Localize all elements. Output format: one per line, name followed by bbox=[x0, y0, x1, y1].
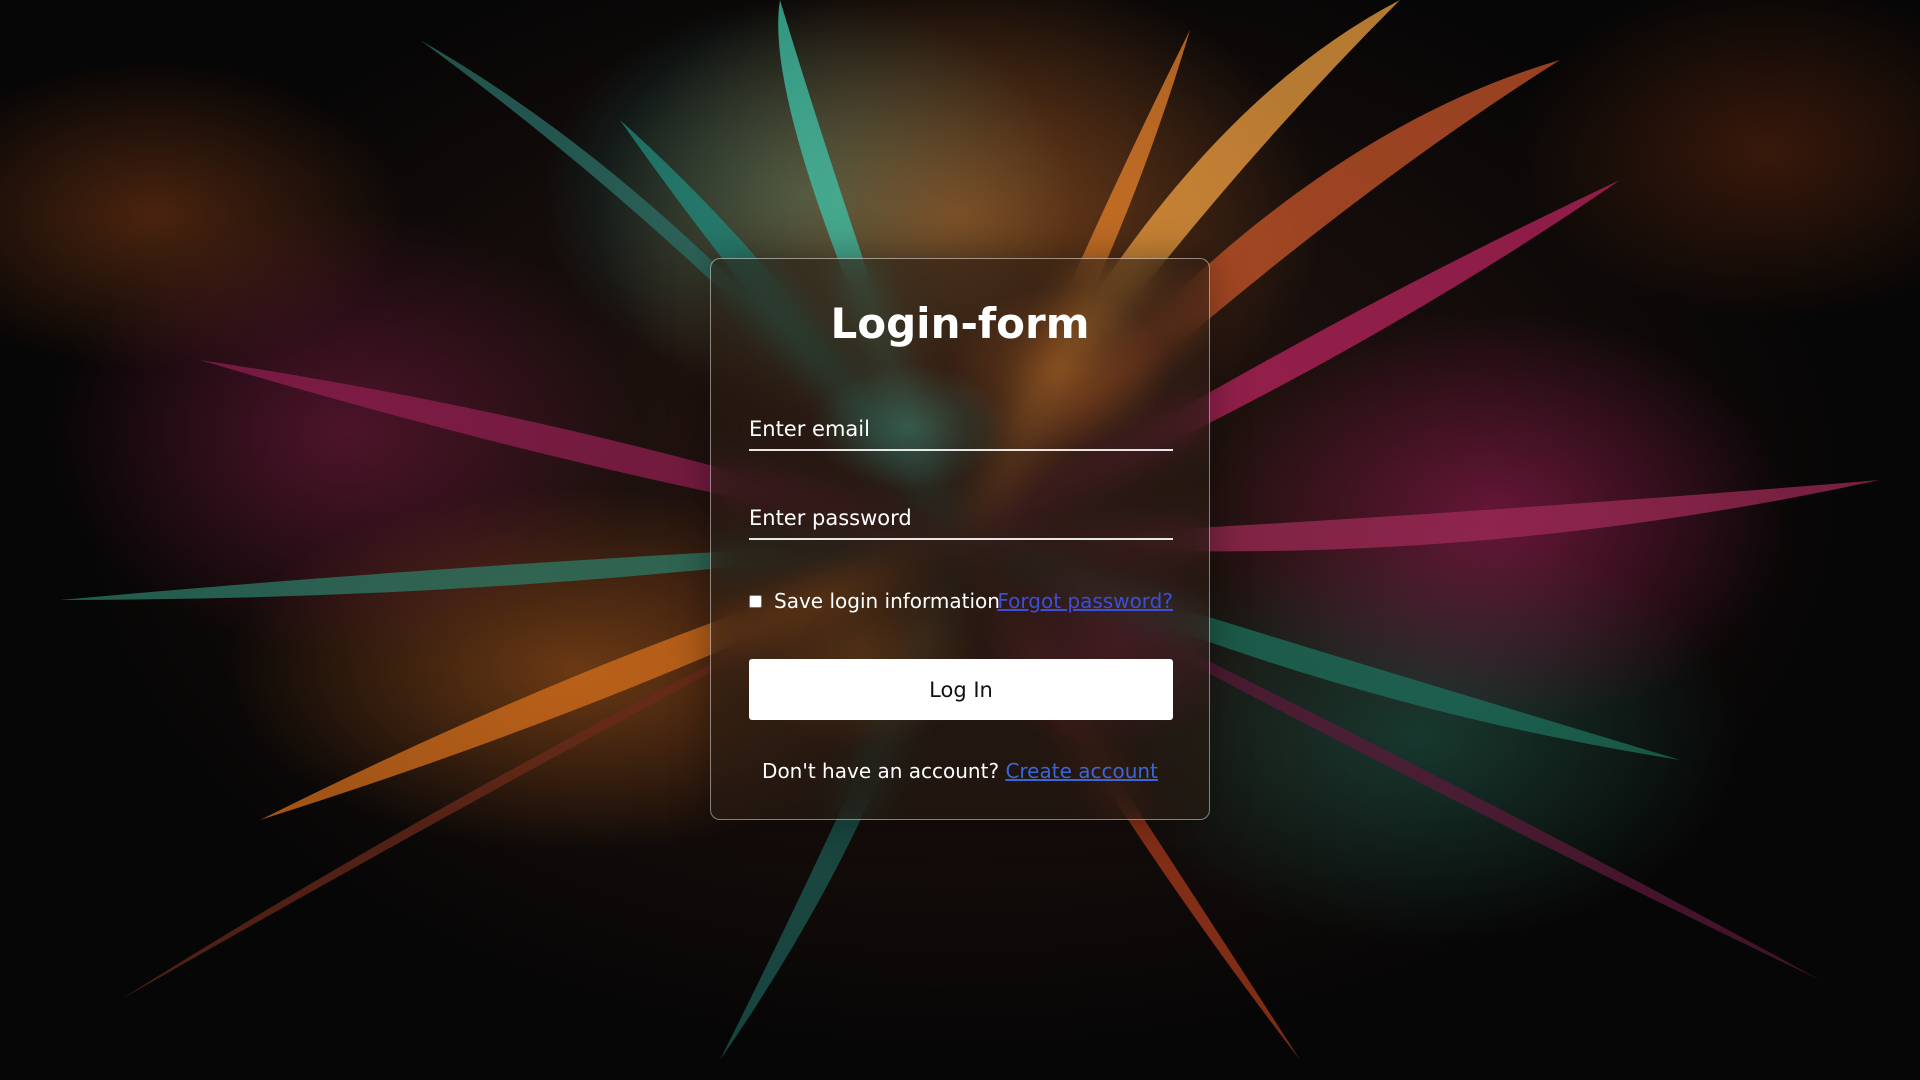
forgot-password-link[interactable]: Forgot password? bbox=[997, 589, 1173, 613]
email-input[interactable] bbox=[749, 417, 1173, 441]
remember-option[interactable]: Save login information bbox=[749, 589, 1000, 613]
signup-prompt-text: Don't have an account? bbox=[762, 759, 1000, 783]
password-field[interactable] bbox=[749, 488, 1173, 540]
remember-checkbox[interactable] bbox=[749, 594, 762, 608]
signup-prompt: Don't have an account? Create account bbox=[711, 759, 1209, 783]
password-input[interactable] bbox=[749, 506, 1173, 530]
options-row: Save login information Forgot password? bbox=[749, 589, 1173, 619]
create-account-link[interactable]: Create account bbox=[1005, 759, 1158, 783]
form-title: Login-form bbox=[830, 299, 1090, 348]
login-button[interactable]: Log In bbox=[749, 659, 1173, 720]
remember-label: Save login information bbox=[774, 589, 1000, 613]
email-field[interactable] bbox=[749, 399, 1173, 451]
login-card: Login-form Save login information Forgot… bbox=[710, 258, 1210, 820]
